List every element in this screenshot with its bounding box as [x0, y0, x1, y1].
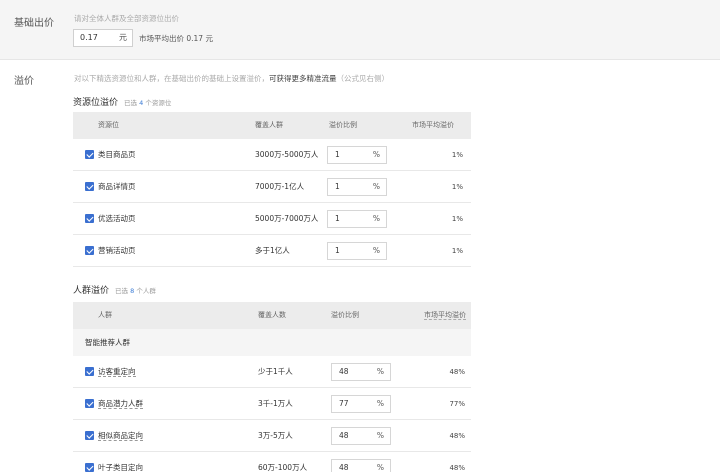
base-market-price: 市场平均出价 0.17 元 [139, 34, 213, 43]
th-crowd-market: 市场平均溢价 [424, 311, 466, 320]
row-checkbox[interactable] [85, 367, 94, 376]
base-bid-hint: 请对全体人群及全部资源位出价 [74, 14, 179, 23]
premium-label: 溢价 [14, 76, 34, 87]
th-resource: 资源位 [98, 121, 119, 129]
resource-name: 优选活动页 [98, 214, 136, 223]
ratio-input[interactable]: 48% [331, 363, 391, 381]
row-checkbox[interactable] [85, 463, 94, 472]
base-bid-unit: 元 [119, 33, 127, 42]
th-crowd-coverage: 覆盖人数 [258, 311, 286, 319]
crowd-group-row: 智能推荐人群 [73, 329, 471, 356]
crowd-name[interactable]: 叶子类目定向 [98, 452, 143, 472]
crowd-table: 人群 覆盖人数 溢价比例 市场平均溢价 智能推荐人群 访客重定向 少于1千人 4… [73, 302, 471, 472]
crowd-name[interactable]: 访客重定向 [98, 356, 136, 388]
th-crowd-ratio: 溢价比例 [331, 311, 359, 319]
resource-table: 资源位 覆盖人群 溢价比例 市场平均溢价 类目商品页 3000万-5000万人 … [73, 112, 471, 267]
base-bid-label: 基础出价 [14, 18, 54, 29]
market-premium: 48% [449, 368, 465, 376]
crowd-coverage: 3万-5万人 [258, 431, 293, 440]
base-bid-input[interactable]: 0.17 元 [73, 29, 133, 47]
crowd-coverage: 3千-1万人 [258, 399, 293, 408]
table-row: 叶子类目定向 60万-100万人 48% 48% [73, 452, 471, 472]
crowd-table-header: 人群 覆盖人数 溢价比例 市场平均溢价 [73, 302, 471, 329]
crowd-premium-title: 人群溢价 已选 8 个人群 [73, 283, 156, 296]
ratio-input[interactable]: 48% [331, 459, 391, 472]
ratio-input[interactable]: 1% [327, 242, 387, 260]
market-premium: 1% [451, 183, 463, 191]
crowd-coverage: 少于1千人 [258, 367, 293, 376]
ratio-input[interactable]: 1% [327, 178, 387, 196]
resource-coverage: 5000万-7000万人 [255, 214, 319, 223]
resource-coverage: 3000万-5000万人 [255, 150, 319, 159]
row-checkbox[interactable] [85, 431, 94, 440]
premium-hint-suffix: （公式见右侧） [336, 74, 390, 83]
th-market: 市场平均溢价 [412, 121, 454, 129]
market-premium: 1% [451, 151, 463, 159]
table-row: 营销活动页 多于1亿人 1% 1% [73, 235, 471, 267]
resource-name: 类目商品页 [98, 150, 136, 159]
row-checkbox[interactable] [85, 399, 94, 408]
table-row: 相似商品定向 3万-5万人 48% 48% [73, 420, 471, 452]
resource-count: 已选 4 个资源位 [124, 99, 172, 107]
resource-name: 营销活动页 [98, 246, 136, 255]
premium-hint-bold: 可获得更多精准流量 [269, 74, 337, 83]
ratio-input[interactable]: 1% [327, 146, 387, 164]
table-row: 商品潜力人群 3千-1万人 77% 77% [73, 388, 471, 420]
th-coverage: 覆盖人群 [255, 121, 283, 129]
market-premium: 77% [449, 400, 465, 408]
row-checkbox[interactable] [85, 214, 94, 223]
resource-table-header: 资源位 覆盖人群 溢价比例 市场平均溢价 [73, 112, 471, 139]
table-row: 优选活动页 5000万-7000万人 1% 1% [73, 203, 471, 235]
row-checkbox[interactable] [85, 150, 94, 159]
resource-name: 商品详情页 [98, 182, 136, 191]
crowd-coverage: 60万-100万人 [258, 463, 308, 472]
crowd-group-label: 智能推荐人群 [85, 338, 130, 347]
premium-hint-prefix: 对以下精选资源位和人群，在基础出价的基础上设置溢价， [74, 74, 269, 83]
resource-title-text: 资源位溢价 [73, 98, 119, 108]
market-premium: 1% [451, 215, 463, 223]
resource-coverage: 多于1亿人 [255, 246, 290, 255]
table-row: 类目商品页 3000万-5000万人 1% 1% [73, 139, 471, 171]
ratio-input[interactable]: 1% [327, 210, 387, 228]
market-premium: 48% [449, 464, 465, 472]
resource-coverage: 7000万-1亿人 [255, 182, 305, 191]
market-premium: 1% [451, 247, 463, 255]
premium-hint: 对以下精选资源位和人群，在基础出价的基础上设置溢价，可获得更多精准流量（公式见右… [74, 73, 389, 84]
crowd-name[interactable]: 相似商品定向 [98, 420, 143, 452]
table-row: 商品详情页 7000万-1亿人 1% 1% [73, 171, 471, 203]
crowd-title-text: 人群溢价 [73, 286, 110, 296]
th-crowd: 人群 [98, 311, 112, 319]
resource-premium-title: 资源位溢价 已选 4 个资源位 [73, 95, 171, 108]
crowd-name[interactable]: 商品潜力人群 [98, 388, 143, 420]
row-checkbox[interactable] [85, 246, 94, 255]
th-ratio: 溢价比例 [329, 121, 357, 129]
table-row: 访客重定向 少于1千人 48% 48% [73, 356, 471, 388]
crowd-count: 已选 8 个人群 [115, 287, 156, 295]
ratio-input[interactable]: 77% [331, 395, 391, 413]
base-bid-section: 基础出价 请对全体人群及全部资源位出价 0.17 元 市场平均出价 0.17 元 [0, 0, 720, 60]
row-checkbox[interactable] [85, 182, 94, 191]
market-premium: 48% [449, 432, 465, 440]
ratio-input[interactable]: 48% [331, 427, 391, 445]
base-bid-value: 0.17 [80, 33, 98, 42]
